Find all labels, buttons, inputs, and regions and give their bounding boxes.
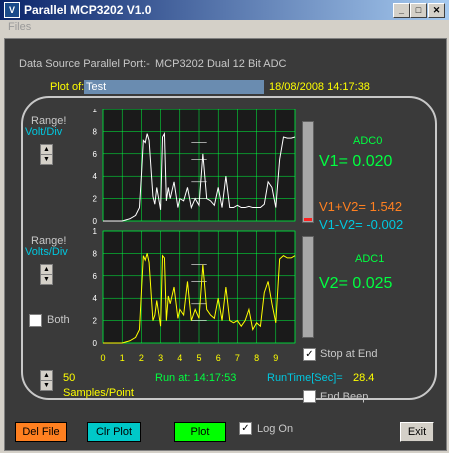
down-arrow-icon[interactable]: ▼ xyxy=(41,155,52,164)
y-tick-label: 6 xyxy=(93,150,98,159)
v1-readout: V1= 0.020 xyxy=(319,153,393,170)
x-tick-label: 9 xyxy=(273,353,278,363)
up-arrow-icon[interactable]: ▲ xyxy=(41,371,52,381)
plot-of-label: Plot of: xyxy=(50,81,85,93)
x-tick-label: 0 xyxy=(100,353,105,363)
y-tick-label: 8 xyxy=(93,249,98,258)
y-tick-label: 4 xyxy=(93,294,98,303)
adc0-level-marker xyxy=(304,218,312,221)
log-on-checkbox[interactable]: ✓ xyxy=(239,422,252,435)
app-icon[interactable]: V xyxy=(4,2,20,18)
adc0-level-bar[interactable] xyxy=(302,121,314,223)
up-arrow-icon[interactable]: ▲ xyxy=(41,265,52,275)
x-tick-label: 5 xyxy=(196,353,201,363)
x-tick-label: 7 xyxy=(235,353,240,363)
stop-at-end-checkbox[interactable]: ✓ xyxy=(303,348,316,361)
v1-minus-v2-readout: V1-V2= -0.002 xyxy=(319,217,404,232)
x-axis-ticks: 0 1 2 3 4 5 6 7 8 9 xyxy=(100,353,278,363)
down-arrow-icon[interactable]: ▼ xyxy=(41,381,52,390)
runtime-label: RunTime[Sec]= xyxy=(267,372,343,384)
both-label: Both xyxy=(47,314,70,326)
down-arrow-icon[interactable]: ▼ xyxy=(41,275,52,284)
adc1-label: ADC1 xyxy=(355,253,385,265)
x-tick-label: 6 xyxy=(216,353,221,363)
up-arrow-icon[interactable]: ▲ xyxy=(41,145,52,155)
run-at-label: Run at: 14:17:53 xyxy=(155,372,237,384)
range-stepper-adc0[interactable]: ▲ ▼ xyxy=(40,144,53,165)
samples-label: Samples/Point xyxy=(63,387,134,399)
window-title: Parallel MCP3202 V1.0 xyxy=(24,3,152,17)
end-beep-checkbox[interactable] xyxy=(303,390,316,403)
data-source-label: Data Source Parallel Port:- xyxy=(19,58,150,70)
title-bar: V Parallel MCP3202 V1.0 _ □ ✕ xyxy=(0,0,449,20)
range-stepper-adc1[interactable]: ▲ ▼ xyxy=(40,264,53,285)
stop-at-end-label: Stop at End xyxy=(320,348,378,360)
maximize-button[interactable]: □ xyxy=(410,3,427,18)
adc1-plot: 0 2 4 6 8 1 xyxy=(93,227,296,348)
samples-stepper[interactable]: ▲ ▼ xyxy=(40,370,53,391)
y-tick-label: 1 xyxy=(93,109,98,114)
plot-button[interactable]: Plot xyxy=(174,422,226,442)
main-panel: Data Source Parallel Port:- MCP3202 Dual… xyxy=(4,38,447,451)
timestamp: 18/08/2008 14:17:38 xyxy=(269,81,370,93)
samples-value: 50 xyxy=(63,372,76,384)
x-tick-label: 2 xyxy=(139,353,144,363)
x-tick-label: 1 xyxy=(120,353,125,363)
plot-area: 024681 024681 0123456789 xyxy=(93,109,296,363)
range-unit-adc1: Volts/Div xyxy=(25,246,68,258)
x-tick-label: 8 xyxy=(254,353,259,363)
adc0-label: ADC0 xyxy=(353,135,383,147)
v2-readout: V2= 0.025 xyxy=(319,275,393,292)
x-tick-label: 4 xyxy=(177,353,182,363)
del-file-button[interactable]: Del File xyxy=(15,422,67,442)
y-tick-label: 4 xyxy=(93,172,98,181)
log-on-label: Log On xyxy=(257,423,294,435)
adc0-plot: 0 2 4 6 8 1 xyxy=(93,109,296,226)
clr-plot-button[interactable]: Clr Plot xyxy=(87,422,141,442)
plot-of-input[interactable]: Test xyxy=(84,80,264,94)
runtime-value: 28.4 xyxy=(353,372,375,384)
both-checkbox[interactable] xyxy=(29,314,42,327)
y-tick-label: 6 xyxy=(93,272,98,281)
exit-button[interactable]: Exit xyxy=(400,422,434,442)
adc1-level-bar[interactable] xyxy=(302,236,314,338)
close-button[interactable]: ✕ xyxy=(428,3,445,18)
v1-plus-v2-readout: V1+V2= 1.542 xyxy=(319,199,403,214)
y-tick-label: 0 xyxy=(93,339,98,348)
y-tick-label: 8 xyxy=(93,127,98,136)
x-tick-label: 3 xyxy=(158,353,163,363)
data-source-value: MCP3202 Dual 12 Bit ADC xyxy=(155,58,287,70)
end-beep-label: End Beep xyxy=(320,391,369,403)
menu-bar: Files xyxy=(0,20,449,36)
y-tick-label: 2 xyxy=(93,195,98,204)
y-tick-label: 1 xyxy=(93,227,98,236)
y-tick-label: 0 xyxy=(93,217,98,226)
minimize-button[interactable]: _ xyxy=(393,3,410,18)
menu-files[interactable]: Files xyxy=(8,21,31,33)
range-unit-adc0: Volt/Div xyxy=(25,126,63,138)
y-tick-label: 2 xyxy=(93,317,98,326)
